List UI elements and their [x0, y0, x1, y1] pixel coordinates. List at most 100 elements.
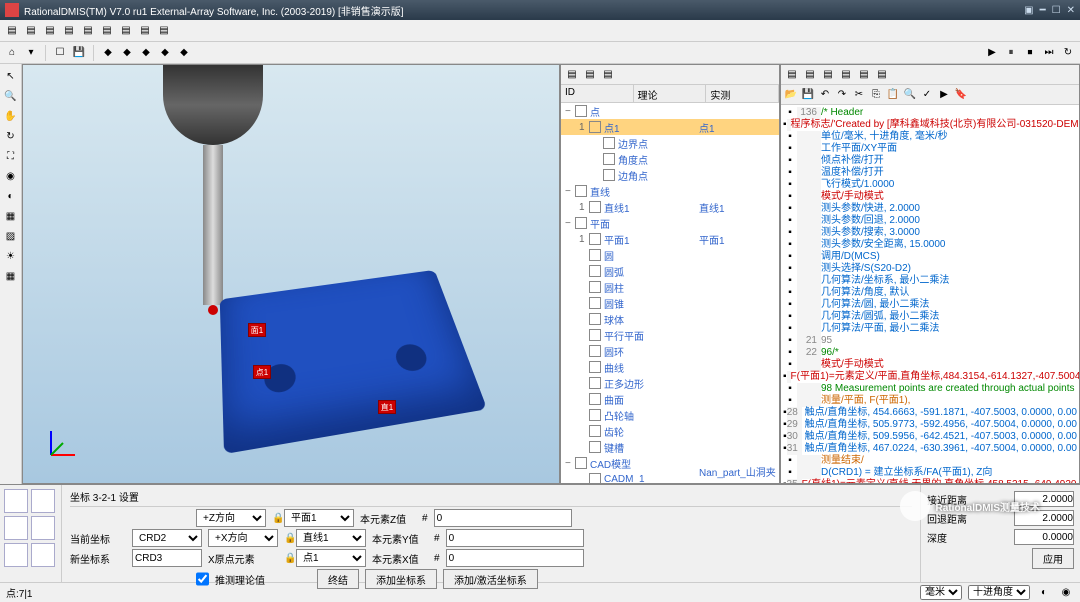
home-icon[interactable]: ⌂: [4, 45, 20, 61]
add-cs-button[interactable]: 添加坐标系: [365, 569, 437, 589]
light-icon[interactable]: ☀: [3, 248, 19, 264]
end-button[interactable]: 终结: [317, 569, 359, 589]
curr-cs-select[interactable]: CRD2: [132, 529, 202, 547]
wire-icon[interactable]: ▦: [3, 208, 19, 224]
refresh-icon[interactable]: ↻: [1060, 45, 1076, 61]
coord-mode-icon[interactable]: [31, 516, 55, 540]
tree-item[interactable]: −平面: [561, 215, 779, 231]
dir1-select[interactable]: +Z方向: [196, 509, 266, 527]
tree-item[interactable]: 曲面: [561, 391, 779, 407]
tree-item[interactable]: 圆柱: [561, 279, 779, 295]
code-body[interactable]: ▪136/* Header▪程序标志/'Created by [摩科鑫域科技(北…: [781, 105, 1079, 483]
restore-icon[interactable]: ▣: [1024, 5, 1033, 16]
tree-item[interactable]: 圆弧: [561, 263, 779, 279]
tree-body[interactable]: −点1点1点1边界点角度点边角点−直线1直线1直线1−平面1平面1平面1圆圆弧圆…: [561, 103, 779, 483]
new-cs-input[interactable]: [132, 549, 202, 567]
run-icon[interactable]: ▶: [936, 87, 952, 103]
origin-select[interactable]: 点1: [296, 549, 366, 567]
tree-item[interactable]: CADM_1Nan_part_山洞夹子.stp: [561, 471, 779, 483]
step-icon[interactable]: ⏭: [1041, 45, 1057, 61]
menu-icon[interactable]: ▤: [99, 23, 115, 39]
paste-icon[interactable]: 📋: [885, 87, 901, 103]
tree-item[interactable]: 凸轮轴: [561, 407, 779, 423]
save-icon[interactable]: 💾: [800, 87, 816, 103]
add-activate-cs-button[interactable]: 添加/激活坐标系: [443, 569, 538, 589]
minimize-icon[interactable]: ━: [1040, 5, 1046, 16]
tree-item[interactable]: −点: [561, 103, 779, 119]
tree-item[interactable]: 正多边形: [561, 375, 779, 391]
elem2-select[interactable]: 直线1: [296, 529, 366, 547]
zoom-icon[interactable]: 🔍: [3, 88, 19, 104]
tree-item[interactable]: 1直线1直线1: [561, 199, 779, 215]
grid-icon[interactable]: ▦: [3, 268, 19, 284]
tool-icon[interactable]: ◆: [176, 45, 192, 61]
tree-item[interactable]: 键槽: [561, 439, 779, 455]
pan-icon[interactable]: ✋: [3, 108, 19, 124]
redo-icon[interactable]: ↷: [834, 87, 850, 103]
val1-input[interactable]: [434, 509, 572, 527]
tool-icon[interactable]: ◆: [157, 45, 173, 61]
code-tool-icon[interactable]: ▤: [838, 67, 854, 83]
apply-button[interactable]: 应用: [1032, 548, 1074, 569]
angle-select[interactable]: 十进角度: [968, 585, 1030, 600]
coord-mode-icon[interactable]: [31, 489, 55, 513]
mesh-icon[interactable]: ▨: [3, 228, 19, 244]
tree-item[interactable]: 平行平面: [561, 327, 779, 343]
tree-item[interactable]: 1平面1平面1: [561, 231, 779, 247]
menu-icon[interactable]: ▤: [23, 23, 39, 39]
val3-input[interactable]: [446, 549, 584, 567]
theo-checkbox[interactable]: [196, 570, 209, 588]
depth-input[interactable]: [1014, 529, 1074, 545]
tree-tool-icon[interactable]: ▤: [564, 67, 580, 83]
find-icon[interactable]: 🔍: [902, 87, 918, 103]
menu-icon[interactable]: ▤: [118, 23, 134, 39]
menu-icon[interactable]: ▤: [42, 23, 58, 39]
menu-icon[interactable]: ▤: [156, 23, 172, 39]
tree-item[interactable]: 角度点: [561, 151, 779, 167]
save-icon[interactable]: 💾: [71, 45, 87, 61]
rotate-icon[interactable]: ↻: [3, 128, 19, 144]
retract-input[interactable]: [1014, 510, 1074, 526]
cut-icon[interactable]: ✂: [851, 87, 867, 103]
marker-line[interactable]: 直1: [378, 400, 396, 414]
tool-icon[interactable]: ◆: [100, 45, 116, 61]
maximize-icon[interactable]: ☐: [1052, 5, 1061, 16]
coord-mode-icon[interactable]: [4, 489, 28, 513]
coord-mode-icon[interactable]: [4, 516, 28, 540]
check-icon[interactable]: ✓: [919, 87, 935, 103]
coord-mode-icon[interactable]: [31, 543, 55, 567]
code-tool-icon[interactable]: ▤: [820, 67, 836, 83]
stop-icon[interactable]: ⏹: [1022, 45, 1038, 61]
play-icon[interactable]: ▶: [984, 45, 1000, 61]
approach-input[interactable]: [1014, 491, 1074, 507]
dir2-select[interactable]: +X方向: [208, 529, 278, 547]
tree-item[interactable]: −直线: [561, 183, 779, 199]
tool-icon[interactable]: ◆: [138, 45, 154, 61]
shade-icon[interactable]: ◐: [3, 188, 19, 204]
cursor-icon[interactable]: ↖: [3, 68, 19, 84]
code-tool-icon[interactable]: ▤: [856, 67, 872, 83]
menu-icon[interactable]: ▤: [80, 23, 96, 39]
tree-item[interactable]: 圆: [561, 247, 779, 263]
marker-plane[interactable]: 面1: [248, 323, 266, 337]
tree-item[interactable]: 边角点: [561, 167, 779, 183]
coord-mode-icon[interactable]: [4, 543, 28, 567]
pause-icon[interactable]: ⏸: [1003, 45, 1019, 61]
code-tool-icon[interactable]: ▤: [802, 67, 818, 83]
tree-item[interactable]: 圆环: [561, 343, 779, 359]
elem1-select[interactable]: 平面1: [284, 509, 354, 527]
status-icon[interactable]: ◐: [1036, 585, 1052, 601]
open-icon[interactable]: 📂: [783, 87, 799, 103]
tree-item[interactable]: 边界点: [561, 135, 779, 151]
menu-icon[interactable]: ▤: [137, 23, 153, 39]
unit-select[interactable]: 毫米: [920, 585, 962, 600]
code-tool-icon[interactable]: ▤: [784, 67, 800, 83]
tree-item[interactable]: 圆锥: [561, 295, 779, 311]
marker-point[interactable]: 点1: [253, 365, 271, 379]
bookmark-icon[interactable]: 🔖: [953, 87, 969, 103]
code-tool-icon[interactable]: ▤: [874, 67, 890, 83]
tree-item[interactable]: 1点1点1: [561, 119, 779, 135]
tree-item[interactable]: 齿轮: [561, 423, 779, 439]
val2-input[interactable]: [446, 529, 584, 547]
tree-item[interactable]: 曲线: [561, 359, 779, 375]
